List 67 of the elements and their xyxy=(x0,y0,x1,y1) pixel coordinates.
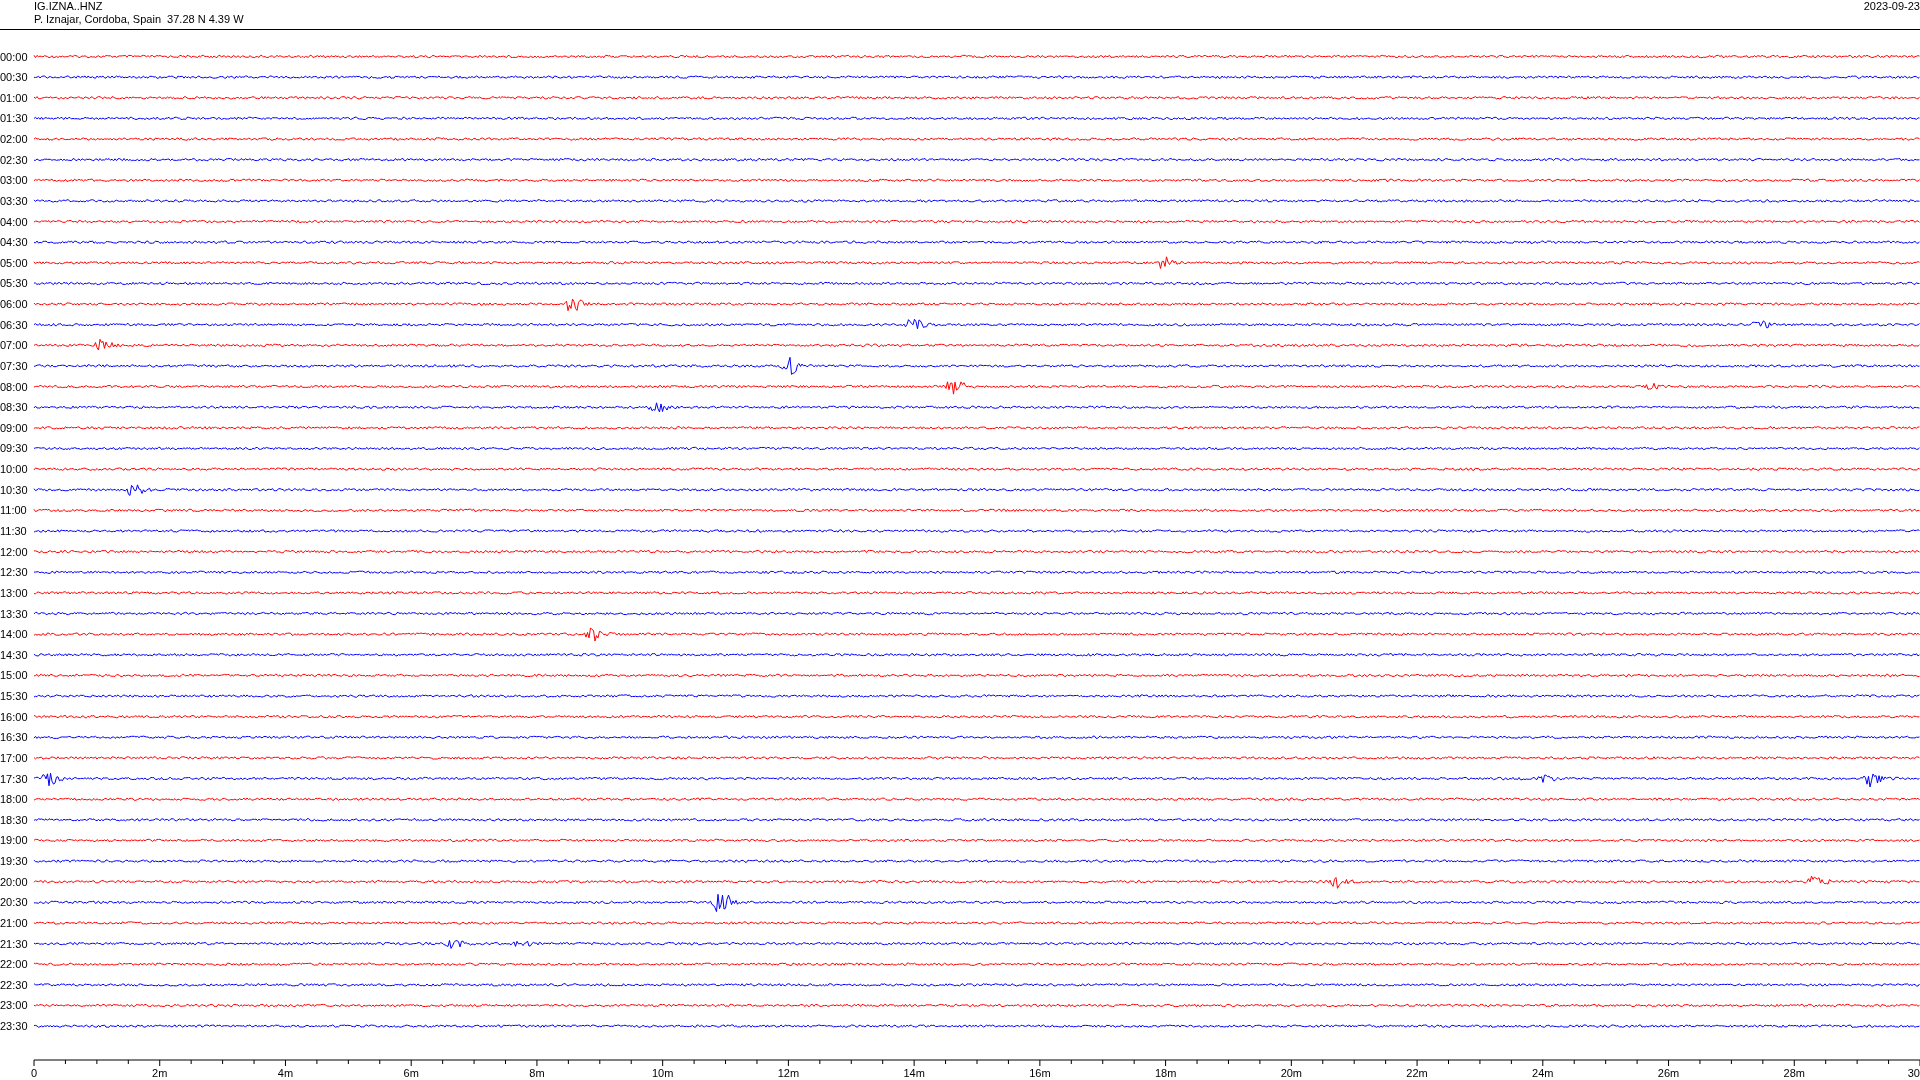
time-label: 14:00 xyxy=(0,628,28,641)
time-label: 05:30 xyxy=(0,277,28,290)
time-label: 01:30 xyxy=(0,112,28,125)
time-label: 19:30 xyxy=(0,855,28,868)
tick-label: 0 xyxy=(31,1067,38,1079)
time-label: 09:30 xyxy=(0,442,28,455)
tick-label: 12m xyxy=(777,1067,800,1079)
tick-label: 18m xyxy=(1154,1067,1177,1079)
tick-label: 8m xyxy=(529,1067,545,1079)
time-label: 11:30 xyxy=(0,525,27,537)
time-label: 14:30 xyxy=(0,648,28,661)
time-label: 13:30 xyxy=(0,607,28,620)
time-label: 06:00 xyxy=(0,298,28,311)
time-label: 06:30 xyxy=(0,318,28,331)
time-label: 18:00 xyxy=(0,793,28,806)
time-label: 10:00 xyxy=(0,463,28,476)
tick-label: 24m xyxy=(1532,1067,1554,1079)
time-label: 20:30 xyxy=(0,896,28,909)
time-label: 09:00 xyxy=(0,421,28,434)
time-label: 20:00 xyxy=(0,875,28,888)
time-label: 00:30 xyxy=(0,71,28,84)
time-label: 17:30 xyxy=(0,772,28,785)
tick-label: 2m xyxy=(152,1067,168,1079)
time-label: 08:00 xyxy=(0,380,28,393)
tick-label: 16m xyxy=(1029,1067,1051,1079)
time-label: 05:00 xyxy=(0,256,28,269)
station-location: P. Iznajar, Cordoba, Spain 37.28 N 4.39 W xyxy=(34,13,244,26)
tick-label: 10m xyxy=(651,1067,674,1079)
time-label: 00:00 xyxy=(0,50,28,63)
time-label: 11:00 xyxy=(0,504,27,517)
time-label: 03:00 xyxy=(0,174,28,187)
station-code: IG.IZNA..HNZ xyxy=(34,0,104,13)
time-label: 13:00 xyxy=(0,586,28,599)
time-label: 04:00 xyxy=(0,215,28,228)
time-label: 07:00 xyxy=(0,339,28,352)
tick-label: 28m xyxy=(1783,1067,1805,1079)
time-label: 03:30 xyxy=(0,194,28,207)
time-label: 16:30 xyxy=(0,731,28,744)
time-label: 22:30 xyxy=(0,978,28,991)
tick-label: 14m xyxy=(903,1067,925,1079)
tick-label: 30 xyxy=(1907,1067,1920,1079)
time-label: 02:30 xyxy=(0,153,28,166)
time-label: 17:00 xyxy=(0,751,28,764)
time-label: 15:30 xyxy=(0,690,28,703)
time-label: 08:30 xyxy=(0,401,28,414)
time-label: 19:00 xyxy=(0,834,28,847)
time-label: 21:00 xyxy=(0,916,28,929)
time-label: 04:30 xyxy=(0,236,28,249)
time-label: 15:00 xyxy=(0,669,28,682)
time-label: 12:00 xyxy=(0,545,28,558)
time-label: 07:30 xyxy=(0,359,28,372)
time-label: 18:30 xyxy=(0,813,28,826)
date-label: 2023-09-23 xyxy=(1863,0,1920,14)
time-label: 22:00 xyxy=(0,958,28,971)
time-label: 01:00 xyxy=(0,91,28,104)
time-label: 21:30 xyxy=(0,937,28,950)
time-label: 02:00 xyxy=(0,133,28,145)
time-label: 16:00 xyxy=(0,710,28,723)
tick-label: 22m xyxy=(1406,1067,1428,1079)
time-label: 23:00 xyxy=(0,999,28,1012)
tick-label: 26m xyxy=(1657,1067,1680,1079)
time-label: 10:30 xyxy=(0,483,28,496)
time-label: 23:30 xyxy=(0,1020,28,1033)
tick-label: 20m xyxy=(1280,1067,1303,1079)
tick-label: 6m xyxy=(403,1067,419,1079)
tick-label: 4m xyxy=(277,1067,294,1079)
time-label: 12:30 xyxy=(0,566,28,579)
